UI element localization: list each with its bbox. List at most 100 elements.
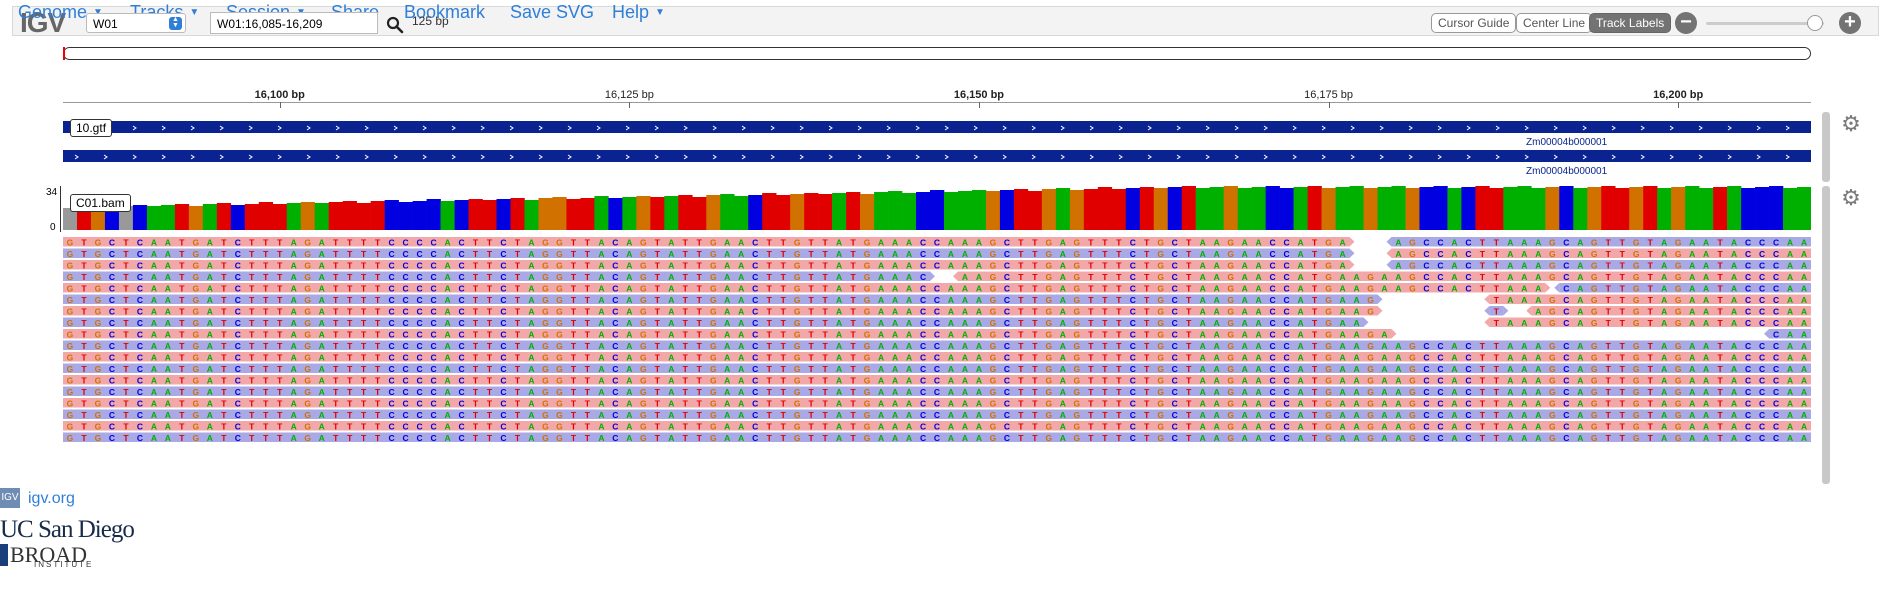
read-base: A [1200, 272, 1206, 282]
read-base: C [1130, 237, 1136, 247]
read-base: T [333, 352, 339, 362]
read-base: T [1032, 410, 1038, 420]
read-base: A [892, 387, 898, 397]
track-name-c01-bam[interactable]: C01.bam [70, 194, 131, 212]
read-base: C [458, 318, 464, 328]
read-base: G [193, 421, 200, 431]
read-base: A [1381, 433, 1387, 443]
read-base: T [1648, 421, 1654, 431]
search-icon[interactable] [386, 16, 404, 34]
alignment-scrollbar[interactable] [1822, 186, 1830, 484]
read-segment [1531, 306, 1811, 316]
coverage-bar [1405, 188, 1420, 230]
read-base: G [1227, 421, 1234, 431]
read-base: C [1284, 306, 1290, 316]
gene-label: Zm00004b000001 [1526, 166, 1607, 177]
coverage-bar [552, 197, 567, 230]
strand-chevron [393, 154, 398, 160]
coverage-axis [60, 186, 61, 232]
read-base: C [612, 410, 618, 420]
read-base: T [850, 398, 856, 408]
strand-chevron [335, 125, 340, 131]
coverage-bar [720, 194, 735, 230]
read-base: A [1689, 364, 1695, 374]
read-base: A [1381, 398, 1387, 408]
zoom-in-icon[interactable]: + [1839, 12, 1861, 34]
read-base: A [1060, 318, 1066, 328]
read-base: C [500, 398, 506, 408]
zoom-slider-thumb[interactable] [1806, 15, 1823, 31]
read-base: G [193, 237, 200, 247]
annotation-scrollbar[interactable] [1822, 112, 1830, 182]
read-base: T [249, 364, 255, 374]
read-base: C [431, 410, 437, 420]
igv-org-link[interactable]: igv.org [28, 490, 75, 508]
strand-chevron [1727, 125, 1732, 131]
read-base: G [95, 295, 102, 305]
read-base: T [1480, 387, 1486, 397]
read-base: C [1172, 387, 1178, 397]
read-base: T [1494, 272, 1500, 282]
read-base: T [249, 375, 255, 385]
cursor-guide-button[interactable]: Cursor Guide [1431, 13, 1517, 33]
chromosome-ideogram[interactable] [63, 47, 1811, 60]
read-base: C [1759, 237, 1765, 247]
read-base: T [767, 364, 773, 374]
zoom-out-icon[interactable]: − [1675, 12, 1697, 34]
read-base: A [962, 260, 968, 270]
read-base: T [1606, 272, 1612, 282]
coverage-bar [230, 205, 246, 230]
read-base: C [137, 272, 143, 282]
read-base: A [1801, 433, 1807, 443]
read-base: C [1437, 364, 1443, 374]
read-base: G [1633, 398, 1640, 408]
read-base: G [990, 260, 997, 270]
strand-chevron [1321, 154, 1326, 160]
read-base: A [1731, 375, 1737, 385]
read-base: A [1339, 249, 1345, 259]
track-labels-button[interactable]: Track Labels [1589, 13, 1672, 33]
read-base: C [137, 306, 143, 316]
read-base: C [1563, 306, 1569, 316]
read-base: A [724, 283, 730, 293]
read-base: T [1494, 433, 1500, 443]
track-name-10-gtf[interactable]: 10.gtf [70, 119, 113, 137]
read-base: C [389, 410, 395, 420]
strand-chevron [654, 125, 659, 131]
read-base: A [598, 249, 604, 259]
read-base: T [221, 260, 227, 270]
locus-input[interactable]: W01:16,085-16,209 [210, 12, 378, 34]
read-base: T [1186, 398, 1192, 408]
gene-feature[interactable] [63, 121, 1811, 133]
gene-feature[interactable] [63, 150, 1811, 162]
read-base: G [1227, 387, 1234, 397]
read-base: G [864, 387, 871, 397]
read-base: A [207, 352, 213, 362]
read-base: C [389, 421, 395, 431]
strand-chevron [1437, 125, 1442, 131]
menu-help[interactable]: Help ▼ [612, 2, 665, 23]
read-base: T [1186, 364, 1192, 374]
read-base: A [1381, 421, 1387, 431]
read-base: G [710, 318, 717, 328]
read-base: C [920, 272, 926, 282]
menu-save-svg[interactable]: Save SVG [510, 2, 594, 23]
gear-icon[interactable]: ⚙ [1840, 113, 1862, 135]
read-segment [63, 283, 1546, 293]
read-base: C [1465, 283, 1471, 293]
read-base: G [1633, 283, 1640, 293]
read-base: T [123, 352, 129, 362]
read-base: A [1507, 260, 1513, 270]
read-base: G [794, 352, 801, 362]
read-base: A [1731, 421, 1737, 431]
read-base: G [794, 306, 801, 316]
chromosome-select[interactable]: W01 ▲ ▼ [86, 13, 186, 33]
center-line-button[interactable]: Center Line [1516, 13, 1593, 33]
alignment-area[interactable]: GTGCTCAATGATCTTTAGATTTTCCCCACTTCTAGGTTAC… [63, 184, 1811, 486]
read-base: T [1088, 318, 1094, 328]
read-base: A [878, 260, 884, 270]
read-base: G [640, 387, 647, 397]
gear-icon[interactable]: ⚙ [1840, 187, 1862, 209]
read-base: G [794, 283, 801, 293]
read-base: T [347, 421, 353, 431]
